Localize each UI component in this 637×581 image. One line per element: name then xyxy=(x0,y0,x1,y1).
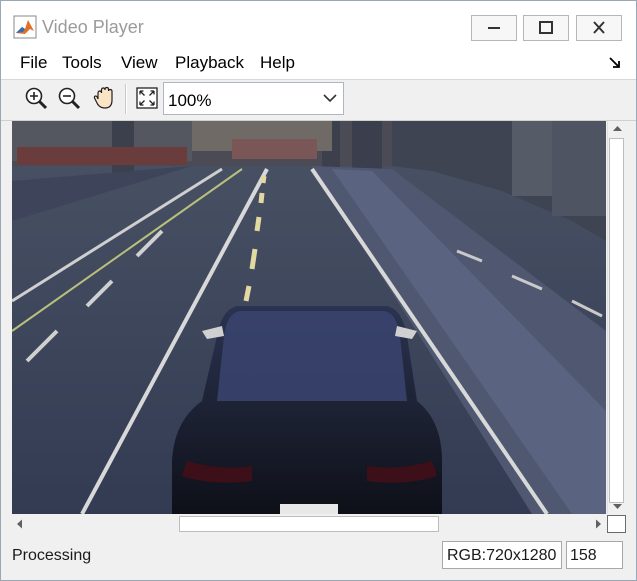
frame-number: 158 xyxy=(570,547,597,564)
menu-tools[interactable]: Tools xyxy=(62,53,102,73)
close-icon xyxy=(593,21,605,34)
chevron-down-icon xyxy=(323,94,337,103)
menu-file[interactable]: File xyxy=(20,53,47,73)
title-bar: Video Player xyxy=(1,1,636,45)
menu-help[interactable]: Help xyxy=(260,53,295,73)
video-frame[interactable] xyxy=(12,121,606,514)
vertical-scroll-thumb[interactable] xyxy=(609,138,624,503)
pan-hand-icon[interactable] xyxy=(92,85,118,111)
toolbar: 100% xyxy=(1,80,636,121)
scroll-down-arrow-icon[interactable] xyxy=(608,498,627,514)
menu-view[interactable]: View xyxy=(121,53,158,73)
vertical-scrollbar[interactable] xyxy=(607,121,627,514)
window-title: Video Player xyxy=(42,17,144,37)
menu-playback[interactable]: Playback xyxy=(175,53,244,73)
fit-to-window-icon[interactable] xyxy=(134,85,160,111)
video-frame-image xyxy=(12,121,606,514)
undock-arrow-icon[interactable] xyxy=(609,57,621,69)
zoom-level-value: 100% xyxy=(168,91,212,110)
scroll-up-arrow-icon[interactable] xyxy=(608,121,627,137)
maximize-icon xyxy=(539,21,553,34)
close-button[interactable] xyxy=(576,15,622,41)
menu-bar: File Tools View Playback Help xyxy=(1,45,636,80)
rgb-info: RGB:720x1280 xyxy=(447,547,557,564)
rgb-info-box: RGB:720x1280 xyxy=(442,541,562,569)
horizontal-scroll-thumb[interactable] xyxy=(179,516,439,532)
minimize-icon xyxy=(488,27,500,29)
toolbar-separator xyxy=(125,84,127,114)
matlab-app-icon xyxy=(13,15,37,39)
status-text: Processing xyxy=(12,547,92,564)
zoom-in-icon[interactable] xyxy=(23,85,49,111)
zoom-out-icon[interactable] xyxy=(56,85,82,111)
minimize-button[interactable] xyxy=(471,15,517,41)
frame-number-box: 158 xyxy=(566,541,623,569)
status-bar: Processing RGB:720x1280 158 xyxy=(1,537,636,571)
video-player-window: Video Player File Tools View Playback He… xyxy=(0,0,637,581)
scrollbar-corner xyxy=(607,515,626,533)
horizontal-scrollbar[interactable] xyxy=(12,515,606,533)
scroll-right-arrow-icon[interactable] xyxy=(590,515,606,533)
zoom-level-select[interactable]: 100% xyxy=(163,82,344,115)
scroll-left-arrow-icon[interactable] xyxy=(12,515,28,533)
maximize-button[interactable] xyxy=(523,15,569,41)
